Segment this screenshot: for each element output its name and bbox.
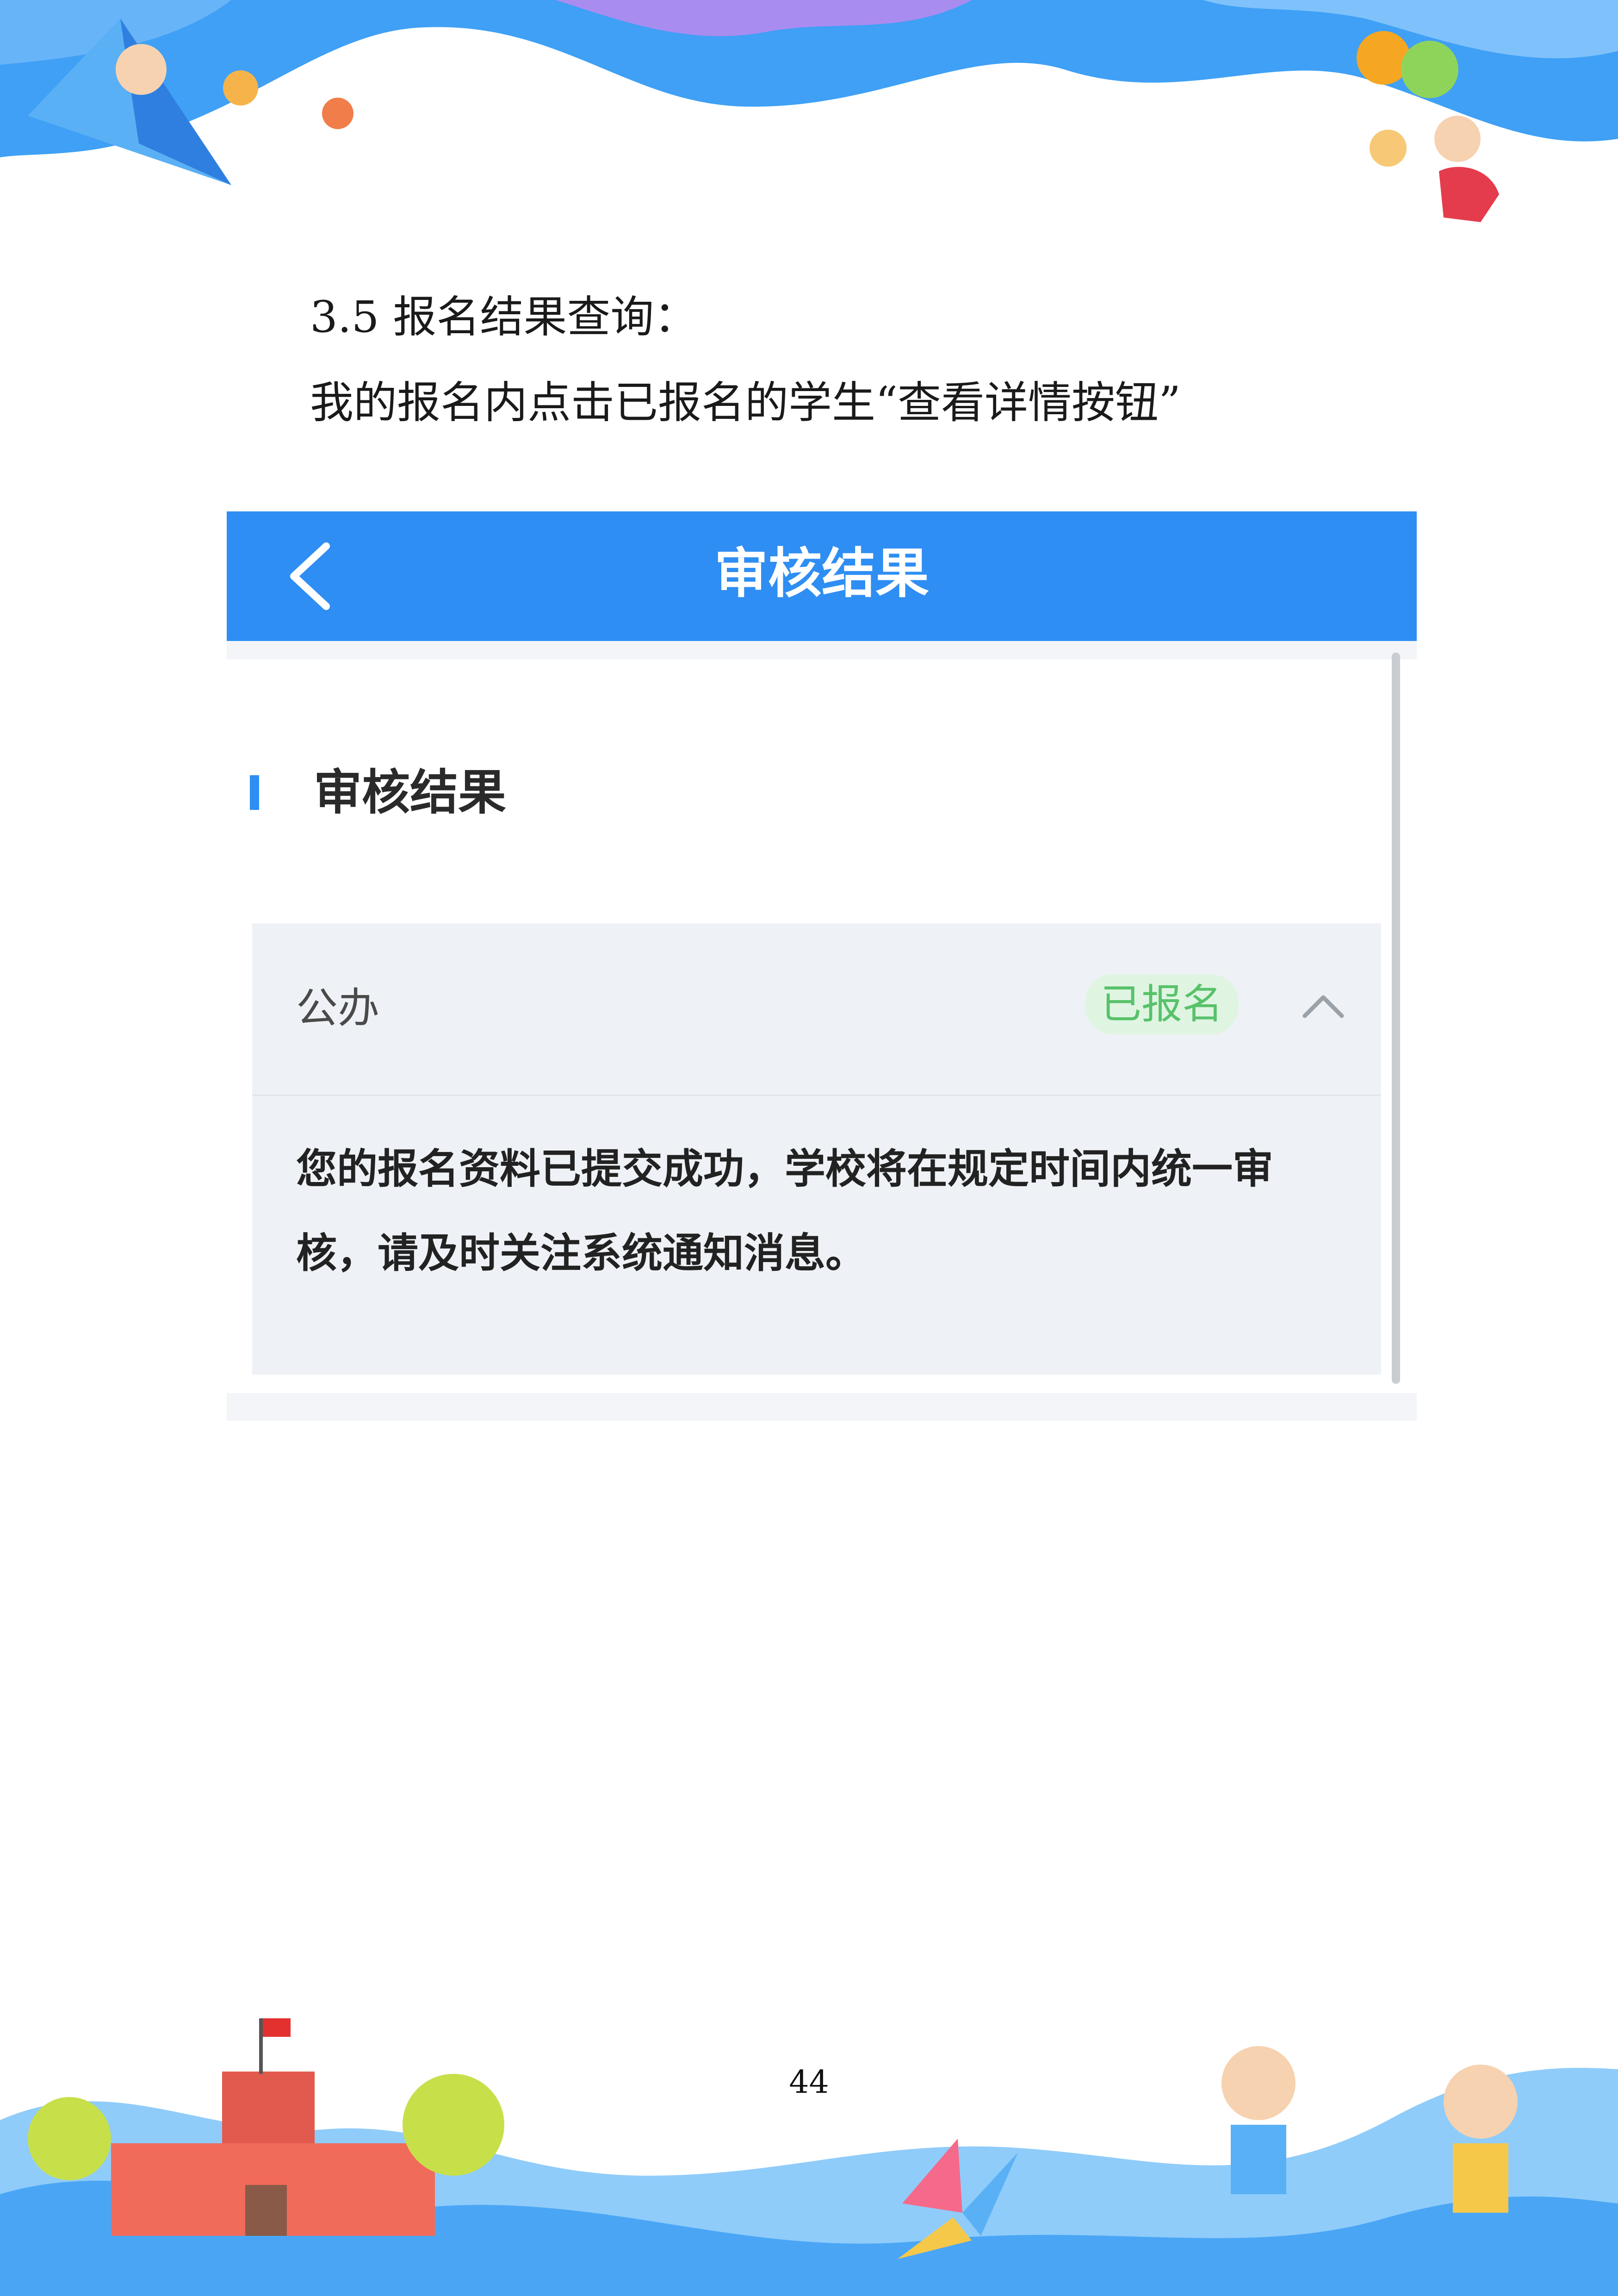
nav-bar: 审核结果 — [227, 511, 1417, 641]
section-title: 审核结果 — [314, 764, 507, 821]
scrollbar[interactable] — [1392, 653, 1400, 1384]
document-instruction: 我的报名内点击已报名的学生“查看详情按钮” — [310, 378, 1181, 428]
content-bottom-band — [227, 1393, 1417, 1421]
school-type-label: 公办 — [296, 984, 379, 1033]
result-card: 公办 已报名 您的报名资料已提交成功，学校将在规定时间内统一审核，请及时关注系统… — [252, 923, 1381, 1375]
card-divider — [252, 1095, 1381, 1096]
result-card-header[interactable]: 公办 已报名 — [252, 923, 1381, 1099]
app-screenshot: 审核结果 审核结果 公办 已报名 您的报名资料已提交成功，学校将在规定时间内统一… — [227, 511, 1417, 1442]
chevron-up-icon[interactable] — [1298, 981, 1349, 1032]
result-panel: 审核结果 公办 已报名 您的报名资料已提交成功，学校将在规定时间内统一审核，请及… — [227, 660, 1404, 1400]
status-badge: 已报名 — [1085, 974, 1239, 1035]
result-message: 您的报名资料已提交成功，学校将在规定时间内统一审核，请及时关注系统通知消息。 — [296, 1145, 1274, 1277]
section-marker — [250, 775, 259, 810]
header-decoration — [0, 0, 1618, 222]
nav-title: 审核结果 — [714, 542, 929, 605]
document-heading: 3.5 报名结果查询： — [310, 292, 698, 342]
content-area: 审核结果 公办 已报名 您的报名资料已提交成功，学校将在规定时间内统一审核，请及… — [227, 641, 1417, 1442]
footer-decoration — [0, 2018, 1618, 2296]
content-top-band — [227, 641, 1417, 660]
